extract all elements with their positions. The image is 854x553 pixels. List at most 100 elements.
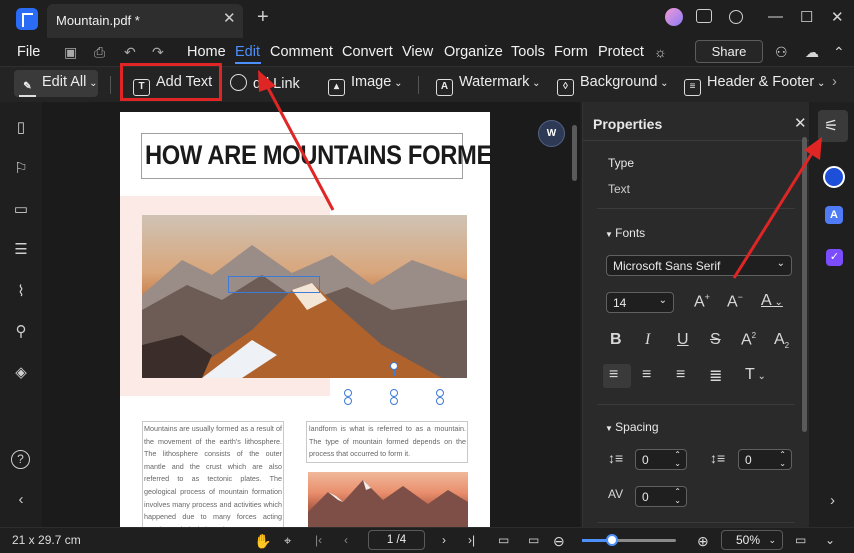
- spacing-section[interactable]: ▼ Spacing: [605, 420, 659, 434]
- new-tab-icon[interactable]: +: [257, 6, 269, 29]
- stepper-icon[interactable]: ⌃ ⌄: [674, 487, 681, 505]
- align-right-icon[interactable]: ≡: [676, 366, 685, 384]
- resize-handle[interactable]: [390, 389, 398, 397]
- stepper-icon[interactable]: ⌃ ⌄: [674, 450, 681, 468]
- grammar-check-icon[interactable]: ✓: [826, 249, 843, 266]
- italic-icon[interactable]: I: [645, 331, 650, 349]
- menu-form[interactable]: Form: [554, 44, 588, 60]
- pages-icon[interactable]: ▯: [12, 118, 30, 136]
- resize-handle[interactable]: [344, 397, 352, 405]
- font-size-select[interactable]: 14 ⌄: [606, 292, 674, 313]
- menu-file[interactable]: File: [17, 44, 40, 60]
- menu-view[interactable]: View: [402, 44, 433, 60]
- page-number-input[interactable]: 1 /4: [368, 530, 425, 550]
- collapse-left-icon[interactable]: ‹: [12, 491, 30, 509]
- settings-icon[interactable]: [729, 10, 743, 24]
- resize-handle[interactable]: [436, 397, 444, 405]
- decrease-font-icon[interactable]: A−: [727, 292, 743, 311]
- resize-handle[interactable]: [390, 397, 398, 405]
- expand-right-icon[interactable]: ›: [830, 492, 835, 509]
- zoom-slider-knob[interactable]: [606, 534, 619, 546]
- lightbulb-icon[interactable]: ☼: [654, 44, 667, 60]
- add-link-button[interactable]: dd Link: [226, 70, 300, 95]
- paragraph-spacing-input[interactable]: 0 ⌃ ⌄: [738, 449, 792, 470]
- header-footer-button[interactable]: ≡ Header & Footer ⌄: [684, 74, 825, 96]
- print-icon[interactable]: ⎙: [94, 44, 105, 61]
- fit-page-icon[interactable]: ▭: [528, 533, 539, 547]
- save-icon[interactable]: ▣: [64, 44, 77, 61]
- undo-icon[interactable]: ↶: [124, 44, 136, 61]
- align-left-icon[interactable]: ≡: [609, 366, 618, 384]
- text-direction-icon[interactable]: T ⌄: [745, 366, 766, 384]
- font-color-icon[interactable]: A ⌄: [761, 292, 783, 310]
- window-close-icon[interactable]: ✕: [831, 8, 844, 26]
- tab-close-icon[interactable]: ✕: [223, 9, 236, 27]
- select-tool-icon[interactable]: ⌖: [284, 533, 291, 549]
- menu-protect[interactable]: Protect: [598, 44, 644, 60]
- menu-convert[interactable]: Convert: [342, 44, 393, 60]
- font-family-select[interactable]: Microsoft Sans Serif ⌄: [606, 255, 792, 276]
- selection-box[interactable]: [228, 276, 320, 293]
- layers-list-icon[interactable]: ☰: [12, 240, 30, 258]
- zoom-in-icon[interactable]: ⊕: [697, 533, 709, 550]
- translate-icon[interactable]: A: [825, 206, 843, 224]
- mountain-photo[interactable]: [142, 215, 467, 378]
- menu-tools[interactable]: Tools: [511, 44, 545, 60]
- mountain-photo-2[interactable]: [308, 472, 468, 527]
- menu-edit[interactable]: Edit: [235, 44, 260, 60]
- underline-icon[interactable]: U: [677, 331, 689, 349]
- image-button[interactable]: ▴ Image ⌄: [328, 74, 402, 96]
- last-page-icon[interactable]: ›|: [468, 533, 475, 547]
- resize-handle[interactable]: [436, 389, 444, 397]
- strikethrough-icon[interactable]: S: [710, 331, 721, 349]
- attachment-icon[interactable]: ⌇: [12, 282, 30, 300]
- collaborate-icon[interactable]: ⚇: [775, 44, 788, 61]
- rotate-handle[interactable]: [390, 362, 398, 370]
- background-button[interactable]: ◊ Background ⌄: [557, 74, 669, 96]
- prev-page-icon[interactable]: ‹: [344, 533, 348, 547]
- watermark-button[interactable]: A Watermark ⌄: [436, 74, 541, 96]
- properties-close-icon[interactable]: ✕: [794, 114, 807, 132]
- menu-organize[interactable]: Organize: [444, 44, 503, 60]
- line-spacing-input[interactable]: 0 ⌃ ⌄: [635, 449, 687, 470]
- minimize-icon[interactable]: —: [768, 8, 783, 25]
- maximize-icon[interactable]: ☐: [800, 8, 813, 26]
- justify-icon[interactable]: ≣: [709, 366, 722, 386]
- expand-up-icon[interactable]: ⌃: [833, 44, 845, 61]
- convert-to-word-icon[interactable]: W: [538, 120, 565, 147]
- bold-icon[interactable]: B: [610, 331, 622, 349]
- search-icon[interactable]: ⚲: [12, 322, 30, 340]
- avatar[interactable]: [665, 8, 683, 26]
- menu-comment[interactable]: Comment: [270, 44, 333, 60]
- properties-scrollbar[interactable]: [802, 137, 807, 432]
- bookmark-icon[interactable]: ⚐: [12, 159, 30, 177]
- hand-tool-icon[interactable]: ✋: [254, 533, 271, 550]
- subscript-icon[interactable]: A2: [774, 331, 789, 350]
- menu-home[interactable]: Home: [187, 44, 226, 60]
- fonts-section[interactable]: ▼ Fonts: [605, 226, 645, 240]
- first-page-icon[interactable]: |‹: [315, 533, 322, 547]
- share-button[interactable]: Share: [695, 40, 763, 63]
- redo-icon[interactable]: ↷: [152, 44, 164, 61]
- collapse-down-icon[interactable]: ⌄: [825, 533, 835, 547]
- fullscreen-icon[interactable]: ▭: [795, 533, 806, 547]
- align-center-icon[interactable]: ≡: [642, 366, 651, 384]
- view-mode-icon[interactable]: ▭: [498, 533, 509, 547]
- feedback-icon[interactable]: [696, 9, 712, 23]
- paragraph-left[interactable]: Mountains are usually formed as a result…: [142, 421, 284, 527]
- cloud-upload-icon[interactable]: ☁: [805, 44, 819, 61]
- toolbar-more-icon[interactable]: ›: [832, 74, 837, 90]
- canvas-scrollbar[interactable]: [572, 125, 577, 181]
- resize-handle[interactable]: [344, 389, 352, 397]
- comment-icon[interactable]: ▭: [12, 200, 30, 218]
- increase-font-icon[interactable]: A+: [694, 292, 710, 311]
- properties-sliders-icon[interactable]: ⚟: [824, 116, 838, 136]
- help-icon[interactable]: ?: [11, 450, 30, 469]
- character-spacing-input[interactable]: 0 ⌃ ⌄: [635, 486, 687, 507]
- zoom-out-icon[interactable]: ⊖: [553, 533, 565, 550]
- next-page-icon[interactable]: ›: [442, 533, 446, 547]
- paragraph-right[interactable]: landform is what is referred to as a mou…: [306, 421, 468, 463]
- zoom-select[interactable]: 50% ⌄: [721, 530, 783, 550]
- ai-assistant-icon[interactable]: [823, 166, 845, 188]
- stepper-icon[interactable]: ⌃ ⌄: [779, 450, 786, 468]
